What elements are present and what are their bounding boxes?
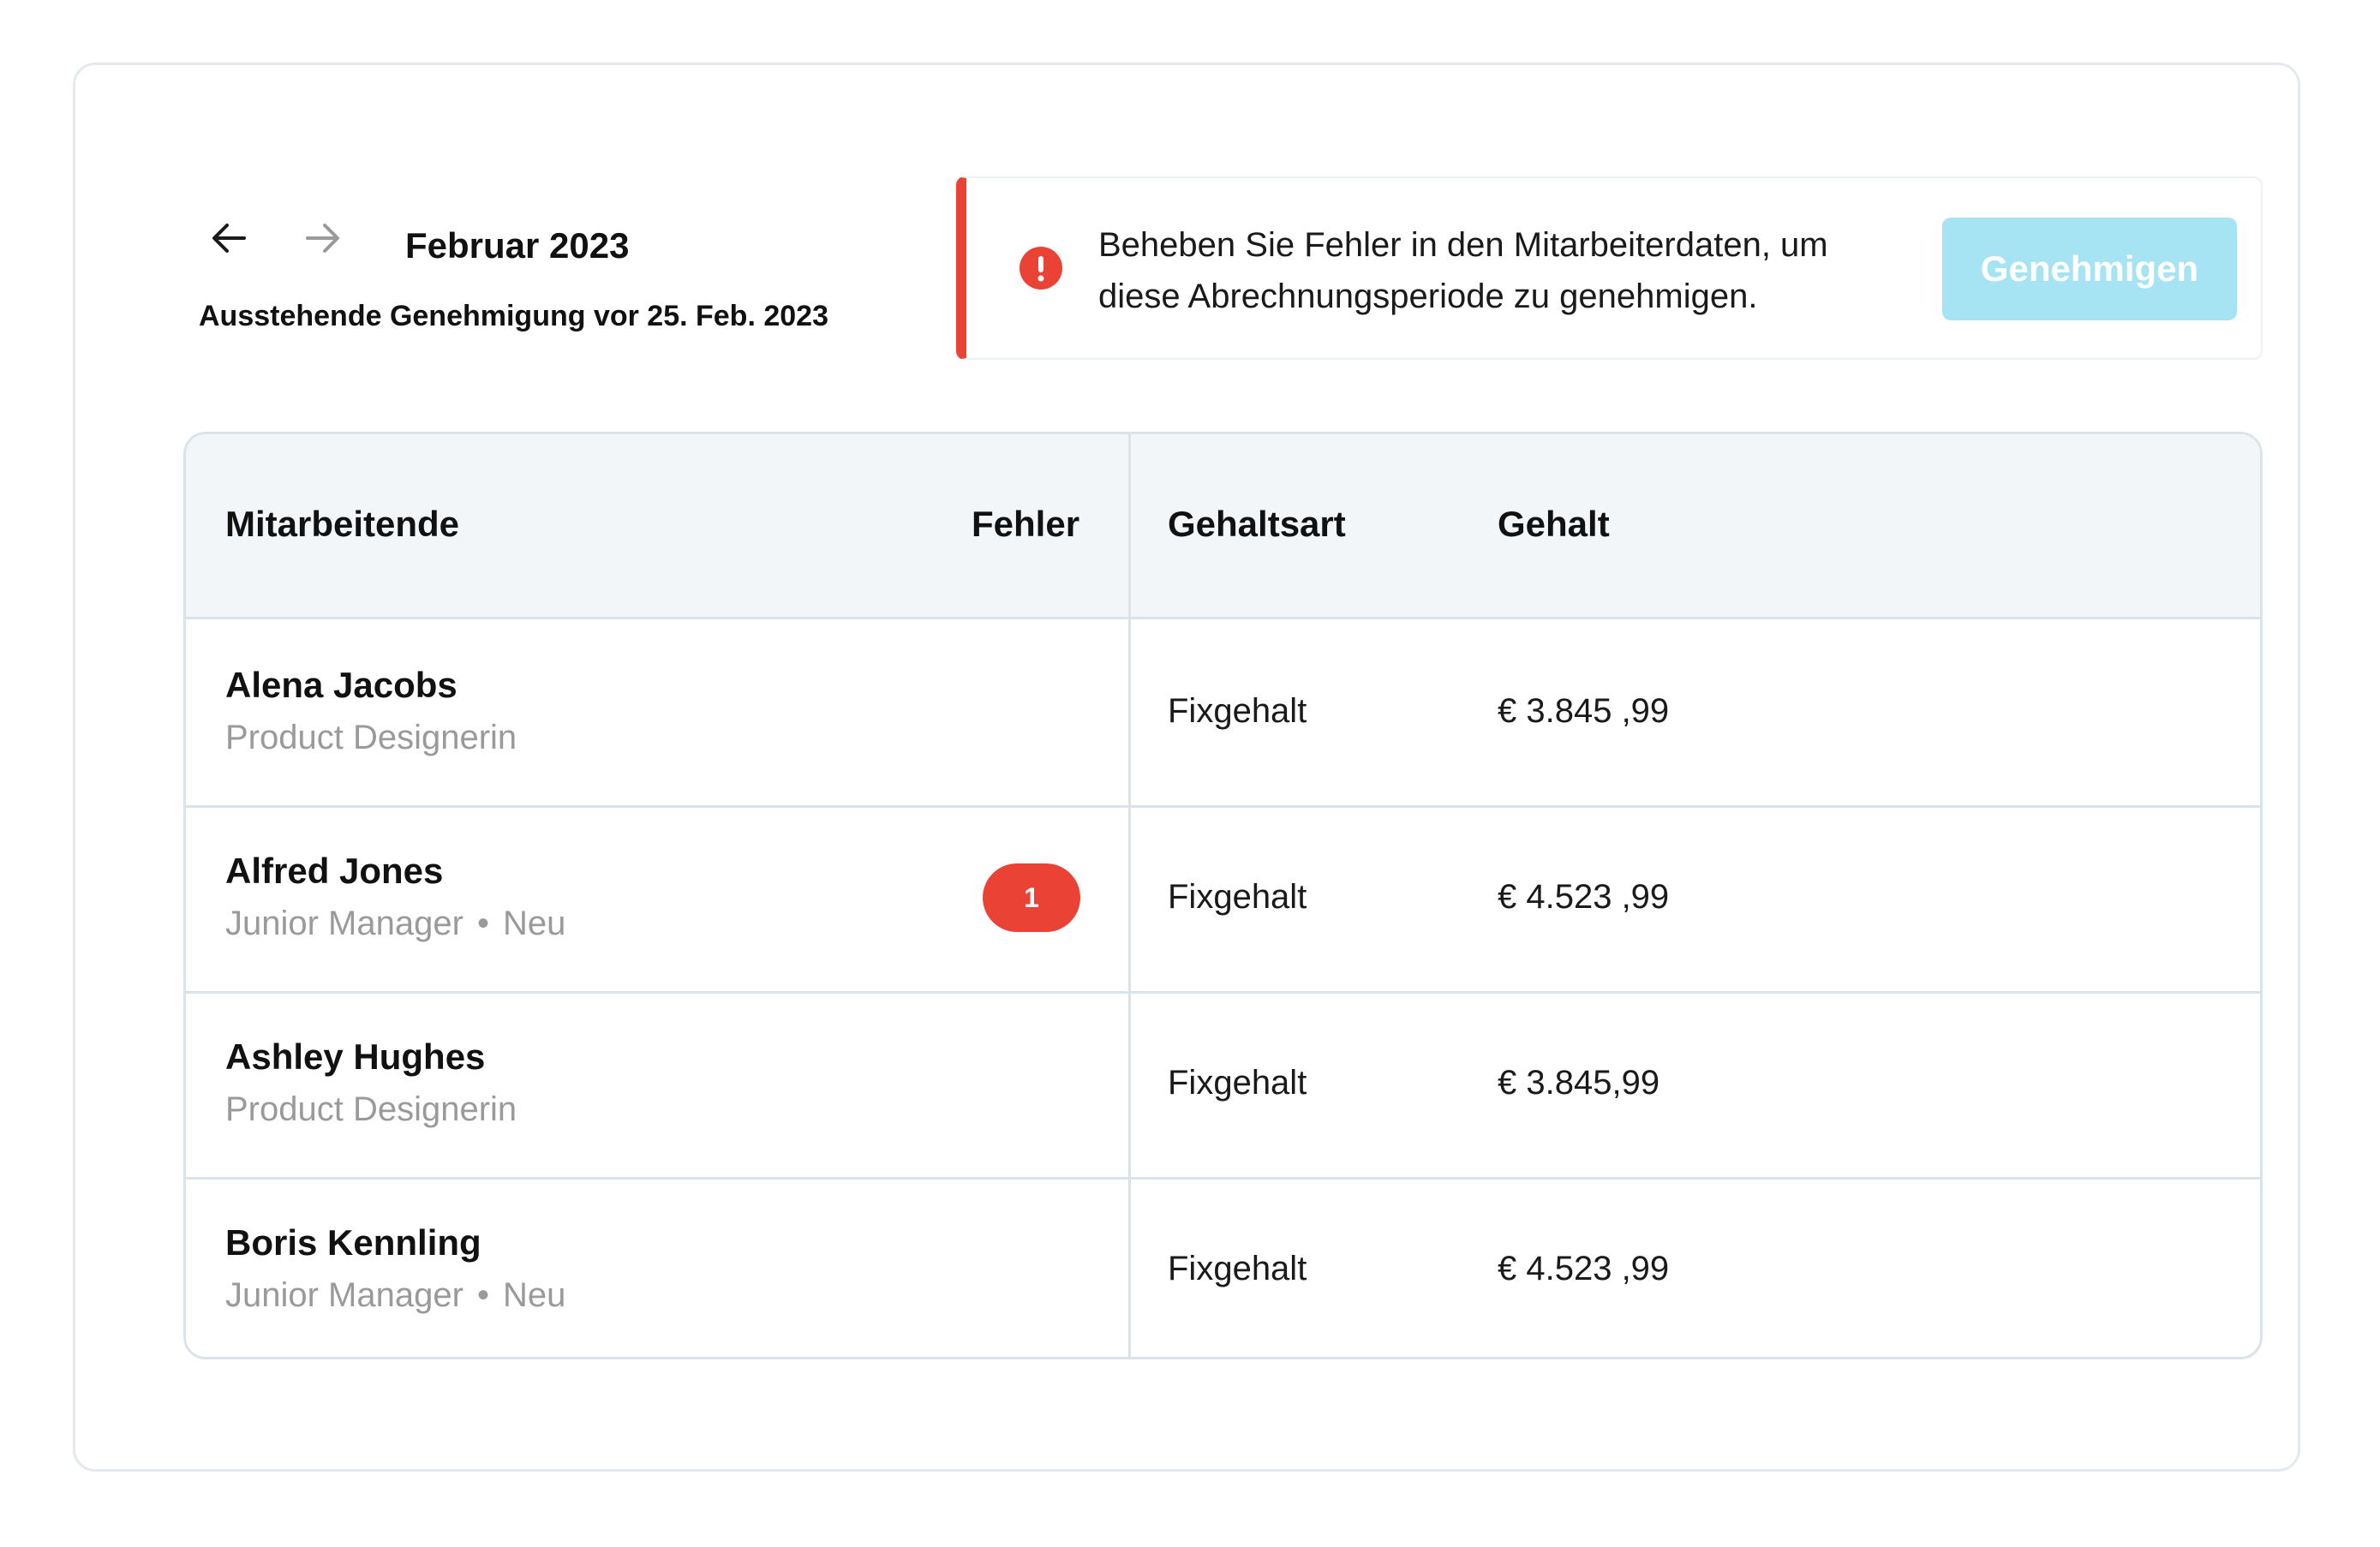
column-divider <box>1128 434 1131 1357</box>
employee-role: Junior Manager • Neu <box>225 1274 565 1317</box>
role-title: Product Designerin <box>225 719 517 756</box>
table-row[interactable]: Boris Kennling Junior Manager • Neu Fixgeh… <box>186 1177 2260 1357</box>
employee-name: Alena Jacobs <box>225 665 457 705</box>
arrow-left-icon[interactable] <box>199 208 259 268</box>
employee-table: Mitarbeitende Fehler Gehaltsart Gehalt A… <box>183 432 2263 1359</box>
pay-type-cell: Fixgehalt <box>1168 1250 1307 1287</box>
role-title: Junior Manager <box>225 905 463 942</box>
approve-button[interactable]: Genehmigen <box>1942 218 2237 320</box>
period-navigation <box>199 208 353 268</box>
table-row[interactable]: Ashley Hughes Product Designerin Fixgeha… <box>186 991 2260 1180</box>
alert-message-line-1: Beheben Sie Fehler in den Mitarbeiterdat… <box>1098 226 1828 264</box>
table-row[interactable]: Alena Jacobs Product Designerin Fixgehal… <box>186 619 2260 808</box>
column-header-employee[interactable]: Mitarbeitende <box>225 503 459 546</box>
alert-message: Beheben Sie Fehler in den Mitarbeiterdat… <box>1098 219 1869 322</box>
column-header-salary[interactable]: Gehalt <box>1498 503 1610 546</box>
salary-cell: € 3.845,99 <box>1498 1064 1660 1102</box>
arrow-right-icon[interactable] <box>293 208 353 268</box>
employee-name: Alfred Jones <box>225 851 444 891</box>
approval-deadline: Ausstehende Genehmigung vor 25. Feb. 202… <box>199 300 828 332</box>
error-alert: Beheben Sie Fehler in den Mitarbeiterdat… <box>956 176 2263 360</box>
role-title: Product Designerin <box>225 1090 517 1128</box>
employee-role: Product Designerin <box>225 716 517 759</box>
employee-name: Ashley Hughes <box>225 1036 486 1077</box>
table-header: Mitarbeitende Fehler Gehaltsart Gehalt <box>186 434 2260 619</box>
error-icon <box>1020 247 1062 290</box>
column-header-pay-type[interactable]: Gehaltsart <box>1168 503 1346 546</box>
salary-cell: € 3.845 ,99 <box>1498 692 1670 730</box>
new-tag: Neu <box>502 1276 566 1314</box>
alert-message-line-2: diese Abrechnungsperiode zu genehmigen. <box>1098 278 1758 315</box>
employee-name: Boris Kennling <box>225 1222 481 1263</box>
pay-type-cell: Fixgehalt <box>1168 692 1307 730</box>
error-count-badge[interactable]: 1 <box>983 863 1080 932</box>
salary-cell: € 4.523 ,99 <box>1498 1250 1670 1287</box>
separator-dot: • <box>476 1276 489 1314</box>
pay-type-cell: Fixgehalt <box>1168 878 1307 916</box>
salary-cell: € 4.523 ,99 <box>1498 878 1670 916</box>
employee-role: Junior Manager • Neu <box>225 902 565 945</box>
period-title: Februar 2023 <box>405 225 630 266</box>
separator-dot: • <box>476 905 489 942</box>
role-title: Junior Manager <box>225 1276 463 1314</box>
employee-role: Product Designerin <box>225 1088 517 1131</box>
table-row[interactable]: Alfred Jones Junior Manager • Neu 1 Fixgeh… <box>186 805 2260 994</box>
pay-type-cell: Fixgehalt <box>1168 1064 1307 1102</box>
new-tag: Neu <box>502 905 566 942</box>
column-header-errors[interactable]: Fehler <box>972 503 1079 546</box>
